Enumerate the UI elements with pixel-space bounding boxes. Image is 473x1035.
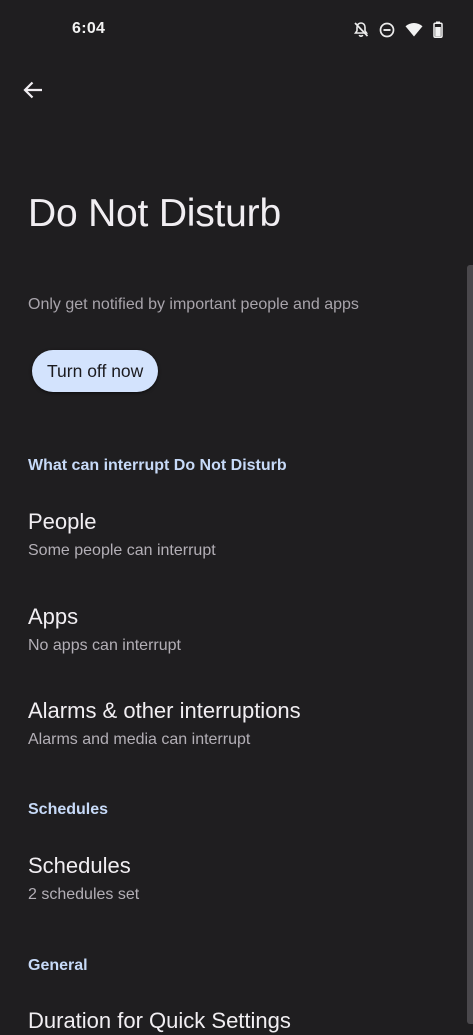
do-not-disturb-icon [379, 22, 395, 38]
notifications-off-icon [353, 21, 369, 38]
pref-item-schedules[interactable]: Schedules 2 schedules set [0, 852, 466, 914]
status-icons [353, 21, 443, 38]
pref-item-summary: Some people can interrupt [28, 542, 216, 559]
turn-off-now-button[interactable]: Turn off now [32, 350, 159, 392]
pref-item-summary: 2 schedules set [28, 886, 140, 903]
pref-item-title: Alarms & other interruptions [28, 698, 301, 723]
pref-item-duration-quick-settings[interactable]: Duration for Quick Settings [28, 1007, 291, 1035]
page-description: Only get notified by important people an… [28, 296, 359, 313]
section-header-what-can-interrupt: What can interrupt Do Not Disturb [28, 457, 287, 474]
pref-item-title: Schedules [28, 853, 131, 878]
section-header-general: General [28, 957, 88, 974]
back-button[interactable] [14, 73, 52, 111]
pref-item-alarms-other-interruptions[interactable]: Alarms & other interruptions Alarms and … [0, 697, 466, 759]
pref-item-title: People [28, 509, 97, 534]
pref-item-summary: Alarms and media can interrupt [28, 731, 251, 748]
pref-item-people[interactable]: People Some people can interrupt [0, 508, 466, 570]
battery-icon [433, 21, 443, 38]
status-time: 6:04 [72, 20, 106, 37]
scrollbar[interactable] [467, 265, 473, 1024]
status-bar: 6:04 [0, 0, 473, 62]
pref-item-apps[interactable]: Apps No apps can interrupt [0, 603, 466, 665]
pref-item-title: Apps [28, 604, 79, 629]
arrow-back-icon [22, 79, 44, 106]
page-title: Do Not Disturb [28, 192, 281, 235]
section-header-schedules: Schedules [28, 801, 109, 818]
wifi-icon [405, 22, 423, 37]
pref-item-summary: No apps can interrupt [28, 637, 181, 654]
